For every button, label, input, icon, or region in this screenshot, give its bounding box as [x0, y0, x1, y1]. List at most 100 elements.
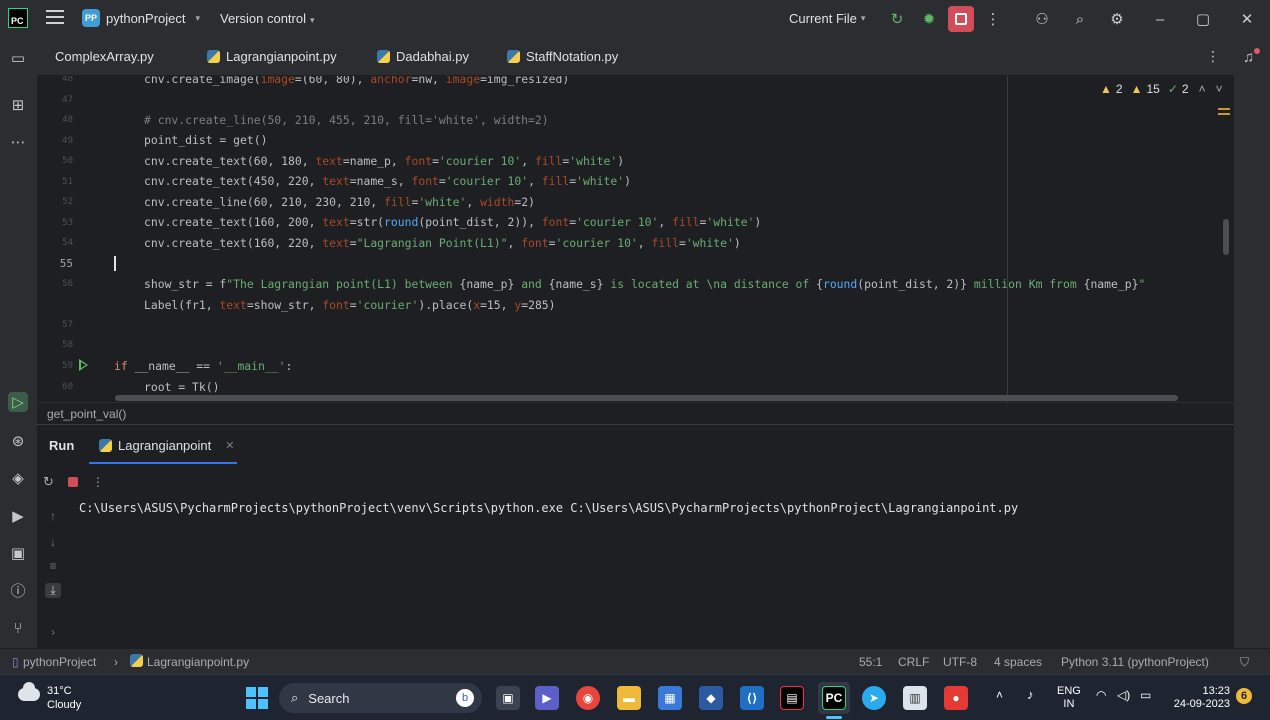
- search-icon[interactable]: ⌕: [1068, 0, 1092, 38]
- run-config-selector[interactable]: Current File ▾: [789, 11, 865, 26]
- more-actions-icon[interactable]: ⋮: [984, 0, 1002, 38]
- chevron-down-icon[interactable]: ˅: [1216, 82, 1223, 96]
- code-with-me-icon[interactable]: ⚇: [1030, 0, 1054, 38]
- maximize-icon[interactable]: ▢: [1193, 0, 1213, 38]
- code-breadcrumb[interactable]: get_point_val(): [37, 402, 1234, 424]
- scroll-up-icon[interactable]: ↑: [45, 509, 61, 523]
- vertical-scrollbar[interactable]: [1223, 219, 1229, 255]
- console-output[interactable]: C:\Users\ASUS\PycharmProjects\pythonProj…: [79, 501, 1018, 515]
- close-icon[interactable]: ✕: [1237, 0, 1257, 38]
- lock-icon[interactable]: ⛉: [1240, 655, 1249, 670]
- stop-button[interactable]: [948, 0, 974, 38]
- project-selector[interactable]: PP pythonProject ▾: [82, 9, 200, 27]
- vscode-icon[interactable]: ⟨⟩: [740, 686, 764, 710]
- line-number: 59: [62, 361, 73, 371]
- tab-complexarray[interactable]: ComplexArray.py: [55, 49, 154, 64]
- error-stripe-mark[interactable]: [1218, 113, 1230, 115]
- tab-dadabhai[interactable]: Dadabhai.py: [377, 49, 469, 64]
- task-view-icon[interactable]: ▣: [496, 686, 520, 710]
- tab-label: Dadabhai.py: [396, 49, 469, 64]
- wifi-icon[interactable]: ◠: [1096, 689, 1106, 702]
- clock-date: 24-09-2023: [1173, 698, 1230, 710]
- inspection-widget[interactable]: ▲ 2 ▲ 15 ✓ 2 ˄ ˅: [1100, 82, 1223, 96]
- close-icon[interactable]: ✕: [225, 439, 234, 452]
- file-encoding[interactable]: UTF-8: [943, 655, 977, 669]
- main-menu-icon[interactable]: [46, 10, 64, 26]
- recorder-icon[interactable]: ●: [944, 686, 968, 710]
- soft-wrap-icon[interactable]: ≡: [45, 559, 61, 573]
- more-tabs-icon[interactable]: ⋮: [1206, 48, 1220, 65]
- more-options-icon[interactable]: ⋮: [92, 475, 104, 489]
- run-panel: Run Lagrangianpoint ✕ ↻ ⋮ ↑ ↓ ≡ ⤓ › C:\U…: [37, 424, 1234, 648]
- project-folder-icon[interactable]: ▭: [8, 48, 28, 68]
- more-tools-icon[interactable]: ⋯: [8, 132, 28, 152]
- volume-icon[interactable]: ◁): [1117, 689, 1130, 702]
- debug-icon[interactable]: ✹: [918, 0, 940, 38]
- file-explorer-icon[interactable]: ▬: [617, 686, 641, 710]
- windows-start-icon[interactable]: [246, 687, 268, 709]
- chevron-up-icon[interactable]: ˄: [1199, 82, 1206, 96]
- language-indicator[interactable]: ENG IN: [1057, 685, 1081, 711]
- structure-icon[interactable]: ⊞: [8, 95, 28, 115]
- cloud-icon[interactable]: [18, 682, 40, 701]
- notification-dot: [1254, 48, 1260, 54]
- python-app-icon[interactable]: ▥: [903, 686, 927, 710]
- python-packages-icon[interactable]: ⊛: [8, 431, 28, 451]
- telegram-icon[interactable]: ➤: [862, 686, 886, 710]
- taskbar-search[interactable]: ⌕ Search b: [279, 683, 482, 713]
- dev-app-icon[interactable]: ◆: [699, 686, 723, 710]
- gear-icon[interactable]: ⚙: [1105, 0, 1129, 38]
- version-control-menu[interactable]: Version control ▾: [220, 11, 315, 26]
- notification-count-badge[interactable]: 6: [1236, 688, 1252, 704]
- check-icon: ✓: [1167, 82, 1178, 96]
- minimize-icon[interactable]: –: [1150, 0, 1170, 38]
- status-project[interactable]: pythonProject: [23, 655, 96, 669]
- tab-label: Lagrangianpoint.py: [226, 49, 337, 64]
- rerun-icon[interactable]: ↻: [886, 0, 908, 38]
- line-separator[interactable]: CRLF: [898, 655, 929, 669]
- layers-icon[interactable]: ◈: [8, 468, 28, 488]
- notifications-icon[interactable]: ♫: [1243, 49, 1254, 66]
- tab-staffnotation[interactable]: StaffNotation.py: [507, 49, 618, 64]
- problems-icon[interactable]: ⓘ: [8, 580, 28, 600]
- services-icon[interactable]: ▶: [8, 506, 28, 526]
- expand-icon[interactable]: ›: [45, 625, 61, 639]
- line-number: 48: [62, 76, 73, 84]
- git-icon[interactable]: ⑂: [8, 618, 28, 638]
- scroll-down-icon[interactable]: ↓: [45, 535, 61, 549]
- breadcrumb-function[interactable]: get_point_val(): [47, 407, 126, 421]
- store-icon[interactable]: ▦: [658, 686, 682, 710]
- battery-icon[interactable]: ▭: [1140, 689, 1151, 702]
- chevron-up-icon[interactable]: ˄: [996, 689, 1003, 702]
- stop-icon[interactable]: [67, 477, 78, 487]
- code-line: cnv.create_text(160, 220, text="Lagrangi…: [144, 236, 741, 250]
- right-margin-guide: [1007, 76, 1008, 402]
- python-interpreter[interactable]: Python 3.11 (pythonProject): [1061, 655, 1209, 669]
- pycharm-logo-icon[interactable]: PC: [8, 8, 28, 28]
- run-tab-lagrangianpoint[interactable]: Lagrangianpoint ✕: [99, 438, 234, 453]
- indent-setting[interactable]: 4 spaces: [994, 655, 1042, 669]
- run-gutter-icon[interactable]: [79, 359, 88, 371]
- status-file[interactable]: Lagrangianpoint.py: [147, 655, 249, 669]
- caret-position[interactable]: 55:1: [859, 655, 882, 669]
- rerun-icon[interactable]: ↻: [43, 474, 54, 490]
- pycharm-taskbar-icon[interactable]: PC: [822, 686, 846, 710]
- status-bar: ▯ pythonProject › Lagrangianpoint.py 55:…: [0, 648, 1270, 674]
- chevron-down-icon: ▾: [310, 15, 315, 25]
- code-editor[interactable]: 48 47 48 49 50 51 52 53 54 55 56 57 58 5…: [37, 76, 1234, 402]
- python-file-icon: [377, 50, 390, 63]
- teams-icon[interactable]: ▶: [535, 686, 559, 710]
- clock[interactable]: 13:23 24-09-2023: [1172, 685, 1230, 711]
- horizontal-scrollbar[interactable]: [115, 395, 1178, 401]
- chrome-icon[interactable]: ◉: [576, 686, 600, 710]
- run-tool-icon[interactable]: ▷: [8, 392, 28, 412]
- terminal-icon[interactable]: ▣: [8, 543, 28, 563]
- microphone-icon[interactable]: ♪: [1027, 688, 1034, 701]
- title-bar: PC PP pythonProject ▾ Version control ▾ C…: [0, 0, 1270, 38]
- tab-lagrangianpoint[interactable]: Lagrangianpoint.py: [197, 49, 345, 78]
- run-tab-label: Lagrangianpoint: [118, 438, 212, 453]
- jetbrains-icon[interactable]: ▤: [780, 686, 804, 710]
- scroll-to-end-icon[interactable]: ⤓: [45, 583, 61, 598]
- weather-widget[interactable]: 31°C Cloudy: [47, 684, 81, 712]
- error-stripe-mark[interactable]: [1218, 108, 1230, 110]
